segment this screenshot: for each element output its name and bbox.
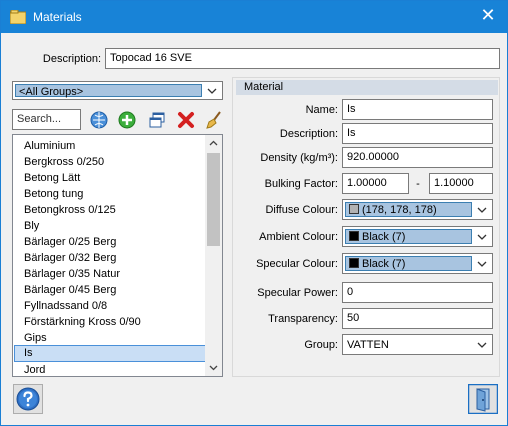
list-item[interactable]: Bergkross 0/250 — [14, 154, 206, 170]
chevron-down-icon — [477, 207, 487, 213]
diffuse-colour-text: (178, 178, 178) — [362, 204, 437, 216]
name-field[interactable]: Is — [342, 99, 493, 120]
ambient-colour-text: Black (7) — [362, 231, 406, 243]
scroll-thumb[interactable] — [207, 153, 220, 246]
list-item[interactable]: Gips — [14, 330, 206, 346]
group-filter-value: <All Groups> — [15, 84, 202, 98]
diffuse-colour-select[interactable]: (178, 178, 178) — [342, 199, 493, 220]
materials-app-icon — [10, 10, 26, 24]
add-icon[interactable] — [116, 109, 138, 131]
material-list[interactable]: Aluminium Bergkross 0/250 Betong Lätt Be… — [12, 134, 223, 377]
chevron-down-icon — [207, 88, 217, 94]
bulking-factor-separator: - — [416, 178, 420, 190]
close-icon: ✕ — [480, 5, 496, 26]
specular-power-field[interactable]: 0 — [342, 282, 493, 303]
diffuse-colour-value: (178, 178, 178) — [345, 202, 472, 217]
title-bar: Materials ✕ — [1, 1, 507, 33]
list-item[interactable]: Förstärkning Kross 0/90 — [14, 314, 206, 330]
scroll-up-icon[interactable] — [208, 138, 219, 149]
list-item[interactable]: Bärlager 0/45 Berg — [14, 282, 206, 298]
transparency-field[interactable]: 50 — [342, 308, 493, 329]
help-button[interactable] — [13, 384, 43, 414]
description-field[interactable]: Topocad 16 SVE — [105, 48, 500, 69]
transparency-label: Transparency: — [268, 313, 338, 325]
chevron-down-icon — [477, 261, 487, 267]
list-item[interactable]: Jord — [14, 362, 206, 376]
specular-power-label: Specular Power: — [257, 287, 338, 299]
density-label: Density (kg/m³): — [260, 152, 338, 164]
description-label: Description: — [42, 53, 101, 65]
group-value: VATTEN — [347, 339, 389, 351]
density-field[interactable]: 920.00000 — [342, 147, 493, 168]
ambient-colour-swatch — [349, 231, 359, 241]
material-description-label: Description: — [279, 128, 338, 140]
window-title: Materials — [33, 10, 82, 24]
list-item[interactable]: Betong tung — [14, 186, 206, 202]
list-item[interactable]: Bly — [14, 218, 206, 234]
globe-icon[interactable] — [88, 109, 110, 131]
diffuse-colour-label: Diffuse Colour: — [265, 204, 338, 216]
ambient-colour-label: Ambient Colour: — [259, 231, 338, 243]
delete-icon[interactable] — [175, 109, 197, 131]
specular-colour-select[interactable]: Black (7) — [342, 253, 493, 274]
list-item[interactable]: Fyllnadssand 0/8 — [14, 298, 206, 314]
list-item[interactable]: Aluminium — [14, 138, 206, 154]
list-item[interactable]: Bärlager 0/35 Natur — [14, 266, 206, 282]
group-select[interactable]: VATTEN — [342, 334, 493, 355]
scroll-down-icon[interactable] — [208, 362, 219, 373]
ambient-colour-select[interactable]: Black (7) — [342, 226, 493, 247]
list-item[interactable]: Betongkross 0/125 — [14, 202, 206, 218]
specular-colour-label: Specular Colour: — [256, 258, 338, 270]
bulking-factor-from-field[interactable]: 1.00000 — [342, 173, 409, 194]
search-input[interactable]: Search... — [12, 109, 81, 130]
windows-icon[interactable] — [146, 109, 168, 131]
group-label: Group: — [304, 339, 338, 351]
diffuse-colour-swatch — [349, 204, 359, 214]
specular-colour-swatch — [349, 258, 359, 268]
specular-colour-value: Black (7) — [345, 256, 472, 271]
material-description-field[interactable]: Is — [342, 123, 493, 144]
group-filter-select[interactable]: <All Groups> — [12, 81, 223, 100]
chevron-down-icon — [477, 234, 487, 240]
list-item[interactable]: Betong Lätt — [14, 170, 206, 186]
bulking-factor-to-field[interactable]: 1.10000 — [429, 173, 493, 194]
material-panel-header: Material — [236, 80, 498, 95]
list-item[interactable]: Bärlager 0/32 Berg — [14, 250, 206, 266]
bulking-factor-label: Bulking Factor: — [264, 178, 338, 190]
specular-colour-text: Black (7) — [362, 258, 406, 270]
close-button[interactable]: ✕ — [475, 5, 501, 29]
exit-door-button[interactable] — [468, 384, 498, 414]
list-item-selected[interactable]: Is — [14, 345, 206, 362]
ambient-colour-value: Black (7) — [345, 229, 472, 244]
name-label: Name: — [305, 104, 338, 116]
list-scrollbar[interactable] — [205, 135, 222, 376]
broom-icon[interactable] — [203, 109, 225, 131]
materials-window: Materials ✕ Description: Topocad 16 SVE … — [0, 0, 508, 426]
list-item[interactable]: Bärlager 0/25 Berg — [14, 234, 206, 250]
chevron-down-icon — [477, 342, 487, 348]
